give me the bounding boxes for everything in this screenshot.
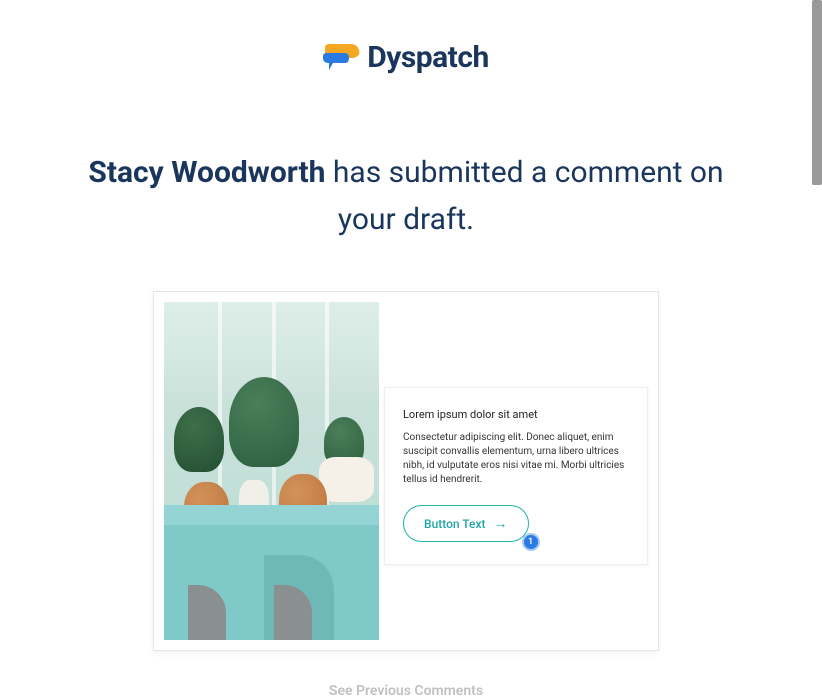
email-container: Dyspatch Stacy Woodworth has submitted a… — [0, 0, 812, 699]
notification-headline: Stacy Woodworth has submitted a comment … — [0, 150, 812, 243]
draft-preview-card: Lorem ipsum dolor sit amet Consectetur a… — [153, 291, 659, 651]
preview-content-panel: Lorem ipsum dolor sit amet Consectetur a… — [379, 302, 648, 640]
dyspatch-icon — [323, 44, 361, 72]
comment-count-badge[interactable]: 1 — [522, 533, 540, 551]
preview-text-block: Lorem ipsum dolor sit amet Consectetur a… — [384, 387, 648, 565]
see-previous-comments-link[interactable]: See Previous Comments — [0, 683, 812, 699]
brand-name: Dyspatch — [367, 40, 489, 75]
preview-body: Consectetur adipiscing elit. Donec aliqu… — [403, 431, 629, 487]
preview-hero-image — [164, 302, 379, 640]
preview-title: Lorem ipsum dolor sit amet — [403, 408, 629, 421]
headline-rest: has submitted a comment on your draft. — [325, 155, 723, 237]
arrow-right-icon: → — [494, 515, 508, 532]
scrollbar[interactable] — [812, 0, 822, 185]
author-name: Stacy Woodworth — [88, 155, 325, 190]
preview-cta-button[interactable]: Button Text → 1 — [403, 505, 529, 542]
brand-logo: Dyspatch — [0, 40, 812, 75]
preview-cta-label: Button Text — [424, 517, 486, 531]
